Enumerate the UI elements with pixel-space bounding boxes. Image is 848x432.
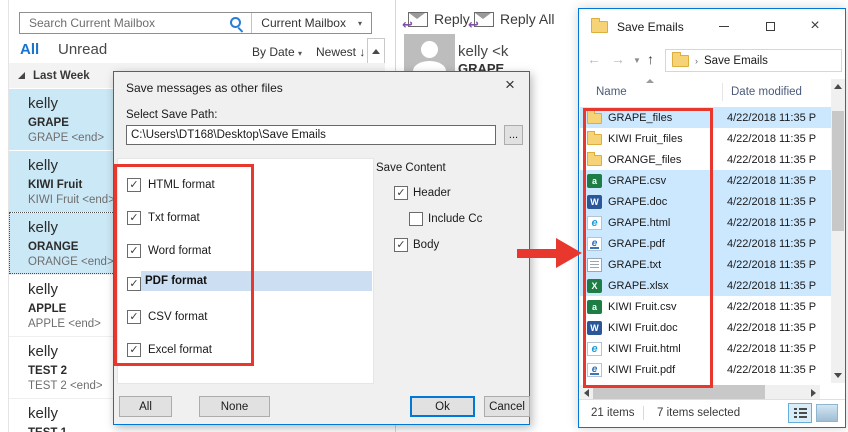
reply-icon [408, 12, 428, 27]
recent-locations-icon[interactable]: ▼ [633, 57, 641, 65]
file-date-modified: 4/22/2018 11:35 P [727, 196, 816, 208]
reply-all-icon [474, 12, 494, 27]
annotation-red-arrow [517, 249, 558, 258]
reply-label: Reply [434, 11, 470, 27]
checkbox-icon[interactable] [394, 186, 408, 200]
save-content-option-label: Body [413, 239, 439, 251]
save-content-option[interactable]: Header [394, 186, 516, 200]
save-path-label: Select Save Path: [126, 109, 217, 121]
all-button[interactable]: All [119, 396, 172, 417]
file-date-modified: 4/22/2018 11:35 P [727, 133, 816, 145]
save-content-group: Save Content Header Include Cc Body [376, 162, 516, 252]
browse-button[interactable]: ... [504, 125, 523, 145]
file-date-modified: 4/22/2018 11:35 P [727, 343, 816, 355]
details-view-button[interactable] [788, 403, 812, 423]
status-bar: 21 items 7 items selected [579, 399, 845, 426]
explorer-nav-bar: ← → ▼ ↑ › Save Emails [579, 45, 845, 77]
cancel-button[interactable]: Cancel [484, 396, 530, 417]
address-bar[interactable]: › Save Emails [665, 49, 842, 72]
search-scope-dropdown[interactable]: Current Mailbox ▾ [252, 16, 371, 30]
reply-all-button[interactable]: Reply All [474, 11, 554, 27]
tab-unread[interactable]: Unread [58, 41, 107, 58]
sort-order-toggle[interactable]: Newest ↓ [316, 45, 365, 59]
reply-button[interactable]: Reply [408, 11, 470, 27]
scroll-up-icon [834, 84, 842, 89]
save-content-option-label: Header [413, 187, 451, 199]
minimize-button[interactable] [709, 13, 739, 39]
explorer-window-title: Save Emails [617, 20, 684, 34]
annotation-red-arrow-head [556, 238, 582, 268]
save-content-label: Save Content [376, 162, 516, 174]
scrollbar-thumb[interactable] [832, 111, 844, 231]
file-date-modified: 4/22/2018 11:35 P [727, 259, 816, 271]
file-date-modified: 4/22/2018 11:35 P [727, 238, 816, 250]
scroll-left-icon [584, 389, 589, 397]
checkbox-icon[interactable] [394, 238, 408, 252]
maximize-icon [766, 22, 775, 31]
column-separator[interactable] [722, 83, 723, 101]
none-button[interactable]: None [199, 396, 270, 417]
forward-icon[interactable]: → [611, 52, 625, 66]
sort-ascending-icon [646, 79, 654, 83]
reply-all-label: Reply All [500, 11, 554, 27]
message-subject: TEST 1 [28, 427, 385, 432]
message-sender-line: kelly <k [458, 43, 508, 60]
annotation-red-box-files [583, 108, 713, 388]
maximize-button[interactable] [755, 13, 785, 39]
item-count: 21 items [591, 407, 634, 419]
close-icon: × [810, 18, 819, 34]
details-view-icon [794, 408, 807, 418]
search-bar[interactable]: Current Mailbox ▾ [19, 12, 372, 34]
minimize-icon [719, 26, 729, 27]
scroll-down-icon [834, 373, 842, 378]
file-date-modified: 4/22/2018 11:35 P [727, 154, 816, 166]
explorer-title-bar[interactable]: Save Emails × [579, 9, 845, 45]
close-button[interactable]: × [800, 13, 830, 39]
column-header-date-modified[interactable]: Date modified [731, 86, 802, 98]
screenshot-stage: Current Mailbox ▾ All Unread By Date ▾ N… [0, 0, 848, 432]
group-expanded-icon [18, 72, 25, 79]
column-header-row: Name Date modified [579, 77, 845, 105]
selected-count: 7 items selected [657, 407, 740, 419]
file-date-modified: 4/22/2018 11:35 P [727, 175, 816, 187]
arrow-down-icon: ↓ [359, 45, 365, 59]
file-date-modified: 4/22/2018 11:35 P [727, 112, 816, 124]
search-input[interactable] [20, 15, 222, 31]
back-icon[interactable]: ← [587, 52, 601, 66]
chevron-down-icon: ▾ [298, 49, 302, 58]
ok-button[interactable]: Ok [410, 396, 475, 417]
status-separator [643, 406, 644, 420]
column-header-name[interactable]: Name [596, 86, 627, 98]
file-date-modified: 4/22/2018 11:35 P [727, 280, 816, 292]
up-icon[interactable]: ↑ [647, 52, 654, 66]
dialog-title: Save messages as other files [126, 81, 283, 95]
thumbnail-view-button[interactable] [816, 404, 838, 422]
save-content-option[interactable]: Include Cc [409, 212, 516, 226]
group-header-label: Last Week [33, 70, 90, 82]
triangle-up-icon [372, 49, 380, 54]
folder-icon [672, 55, 689, 67]
save-path-input[interactable] [126, 125, 496, 145]
tab-all[interactable]: All [20, 41, 39, 58]
file-date-modified: 4/22/2018 11:35 P [727, 301, 816, 313]
file-date-modified: 4/22/2018 11:35 P [727, 364, 816, 376]
folder-icon [591, 21, 608, 33]
breadcrumb: Save Emails [704, 55, 768, 67]
scroll-right-icon [811, 389, 816, 397]
checkbox-icon[interactable] [409, 212, 423, 226]
search-icon[interactable] [229, 16, 244, 31]
search-scope-label: Current Mailbox [261, 16, 346, 30]
file-date-modified: 4/22/2018 11:35 P [727, 322, 816, 334]
close-icon[interactable]: × [500, 75, 520, 95]
chevron-down-icon: ▾ [358, 19, 362, 28]
sort-by-dropdown[interactable]: By Date ▾ [252, 45, 302, 59]
vertical-scrollbar[interactable] [831, 79, 845, 383]
save-content-option[interactable]: Body [394, 238, 516, 252]
scroll-up-button[interactable] [368, 39, 384, 64]
file-date-modified: 4/22/2018 11:35 P [727, 217, 816, 229]
annotation-red-box-formats [114, 164, 254, 366]
breadcrumb-chevron-icon: › [695, 56, 698, 66]
save-content-option-label: Include Cc [428, 213, 482, 225]
